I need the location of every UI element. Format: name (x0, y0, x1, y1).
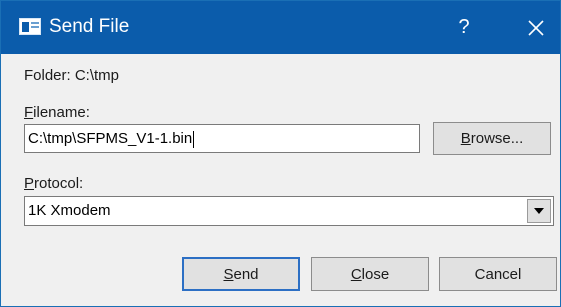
protocol-label: Protocol: (24, 175, 83, 193)
text-caret (193, 130, 195, 148)
folder-path-label: Folder: C:\tmp (24, 67, 120, 84)
help-button[interactable]: ? (441, 1, 487, 54)
protocol-dropdown[interactable]: 1K Xmodem (24, 196, 554, 226)
browse-button[interactable]: Browse... (433, 122, 551, 155)
send-button-text: end (233, 265, 259, 283)
close-icon (528, 19, 544, 36)
filename-label-mnemonic: F (24, 104, 34, 121)
chevron-down-icon (534, 208, 544, 214)
send-file-app-icon (19, 18, 41, 35)
browse-button-text: rowse... (470, 130, 524, 147)
filename-input-value: C:\tmp\SFPMS_V1-1.bin (28, 130, 193, 147)
window-close-button[interactable] (513, 1, 559, 54)
help-icon: ? (458, 16, 470, 38)
browse-button-mnemonic: B (460, 130, 471, 147)
filename-label-text: ilename: (33, 104, 90, 121)
dropdown-arrow-button[interactable] (527, 199, 551, 223)
window-title: Send File (49, 16, 130, 37)
cancel-button[interactable]: Cancel (439, 257, 557, 291)
close-button-mnemonic: C (350, 265, 362, 283)
send-button-mnemonic: S (223, 265, 234, 283)
close-button-text: lose (361, 265, 390, 283)
protocol-label-text: rotocol: (34, 175, 84, 192)
filename-input[interactable]: C:\tmp\SFPMS_V1-1.bin (24, 124, 420, 153)
filename-label: Filename: (24, 104, 90, 122)
close-button[interactable]: Close (311, 257, 429, 291)
send-button[interactable]: Send (182, 257, 300, 291)
title-bar[interactable]: Send File ? (1, 1, 560, 54)
protocol-selected-value: 1K Xmodem (28, 202, 111, 219)
protocol-label-mnemonic: P (24, 175, 35, 192)
send-file-dialog: Send File ? Folder: C:\tmp Filename: C:\… (0, 0, 561, 307)
